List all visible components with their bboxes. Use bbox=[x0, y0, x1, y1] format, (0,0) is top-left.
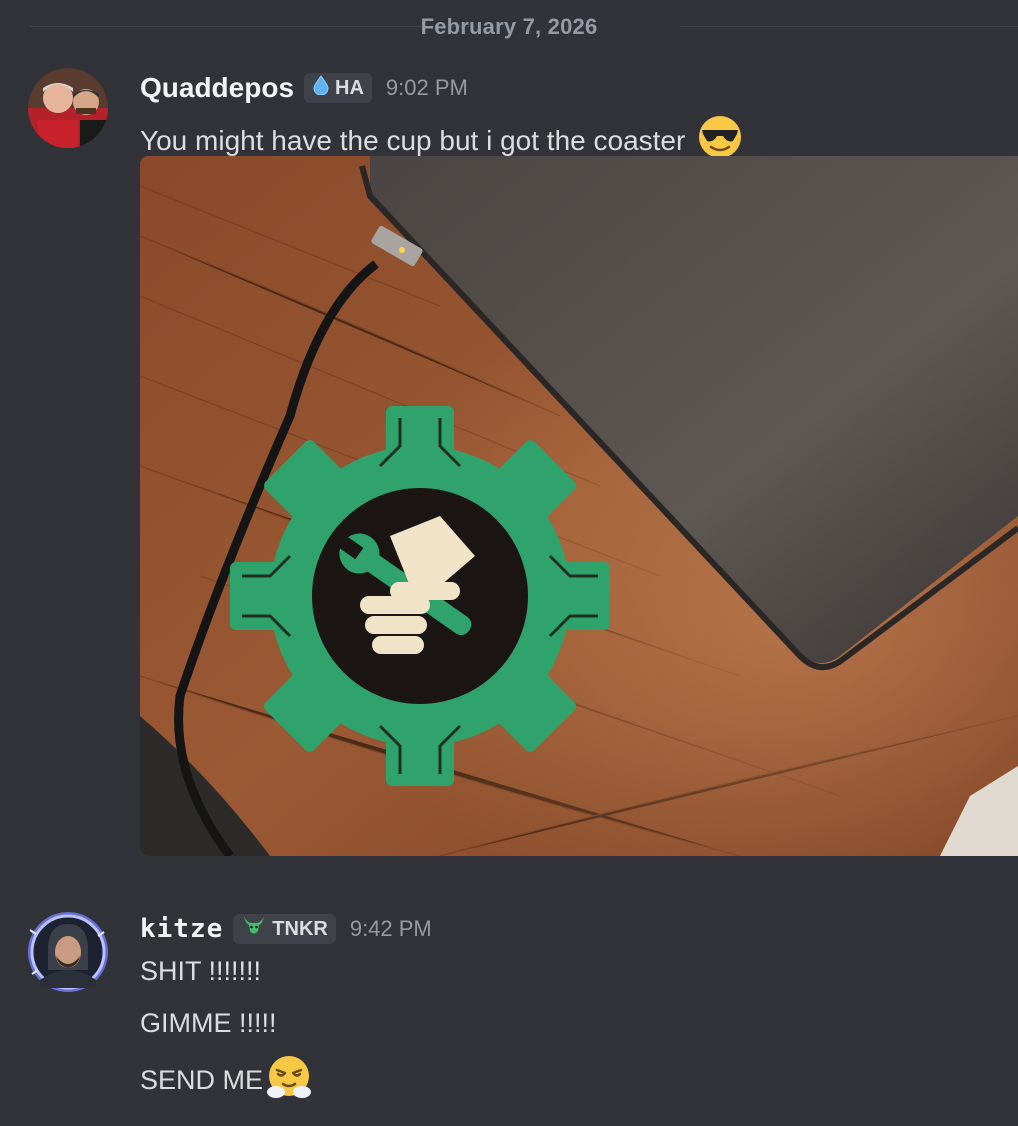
timestamp[interactable]: 9:42 PM bbox=[350, 916, 432, 942]
date-label: February 7, 2026 bbox=[420, 14, 598, 39]
guild-tag[interactable]: HA bbox=[304, 73, 372, 103]
divider-line-right bbox=[680, 26, 1018, 27]
message-text: GIMME !!!!! bbox=[140, 1008, 277, 1038]
username[interactable]: kitze bbox=[140, 914, 223, 944]
message-text: SHIT !!!!!!! bbox=[140, 956, 262, 986]
message-line: GIMME !!!!! bbox=[140, 1008, 277, 1039]
guild-tag-label: HA bbox=[335, 76, 364, 99]
date-divider: February 7, 2026 bbox=[0, 12, 1018, 40]
message-header: Quaddepos HA 9:02 PM bbox=[140, 72, 468, 104]
message-header: kitze TNKR 9:42 PM bbox=[140, 914, 432, 944]
message-line: SHIT !!!!!!! bbox=[140, 956, 261, 987]
message-text: You might have the cup but i got the coa… bbox=[140, 124, 686, 156]
goat-icon bbox=[241, 915, 267, 943]
username[interactable]: Quaddepos bbox=[140, 72, 294, 104]
attachment-photo[interactable] bbox=[140, 156, 1018, 856]
message-text: SEND ME bbox=[140, 1065, 264, 1095]
guild-tag-label: TNKR bbox=[272, 917, 328, 940]
avatar[interactable] bbox=[28, 68, 108, 148]
timestamp[interactable]: 9:02 PM bbox=[386, 75, 468, 101]
water-drop-icon bbox=[312, 75, 330, 101]
avatar[interactable] bbox=[28, 912, 108, 992]
steam-from-nose-emoji-icon bbox=[265, 1054, 313, 1107]
message-line: SEND ME bbox=[140, 1054, 313, 1107]
guild-tag[interactable]: TNKR bbox=[233, 914, 336, 944]
